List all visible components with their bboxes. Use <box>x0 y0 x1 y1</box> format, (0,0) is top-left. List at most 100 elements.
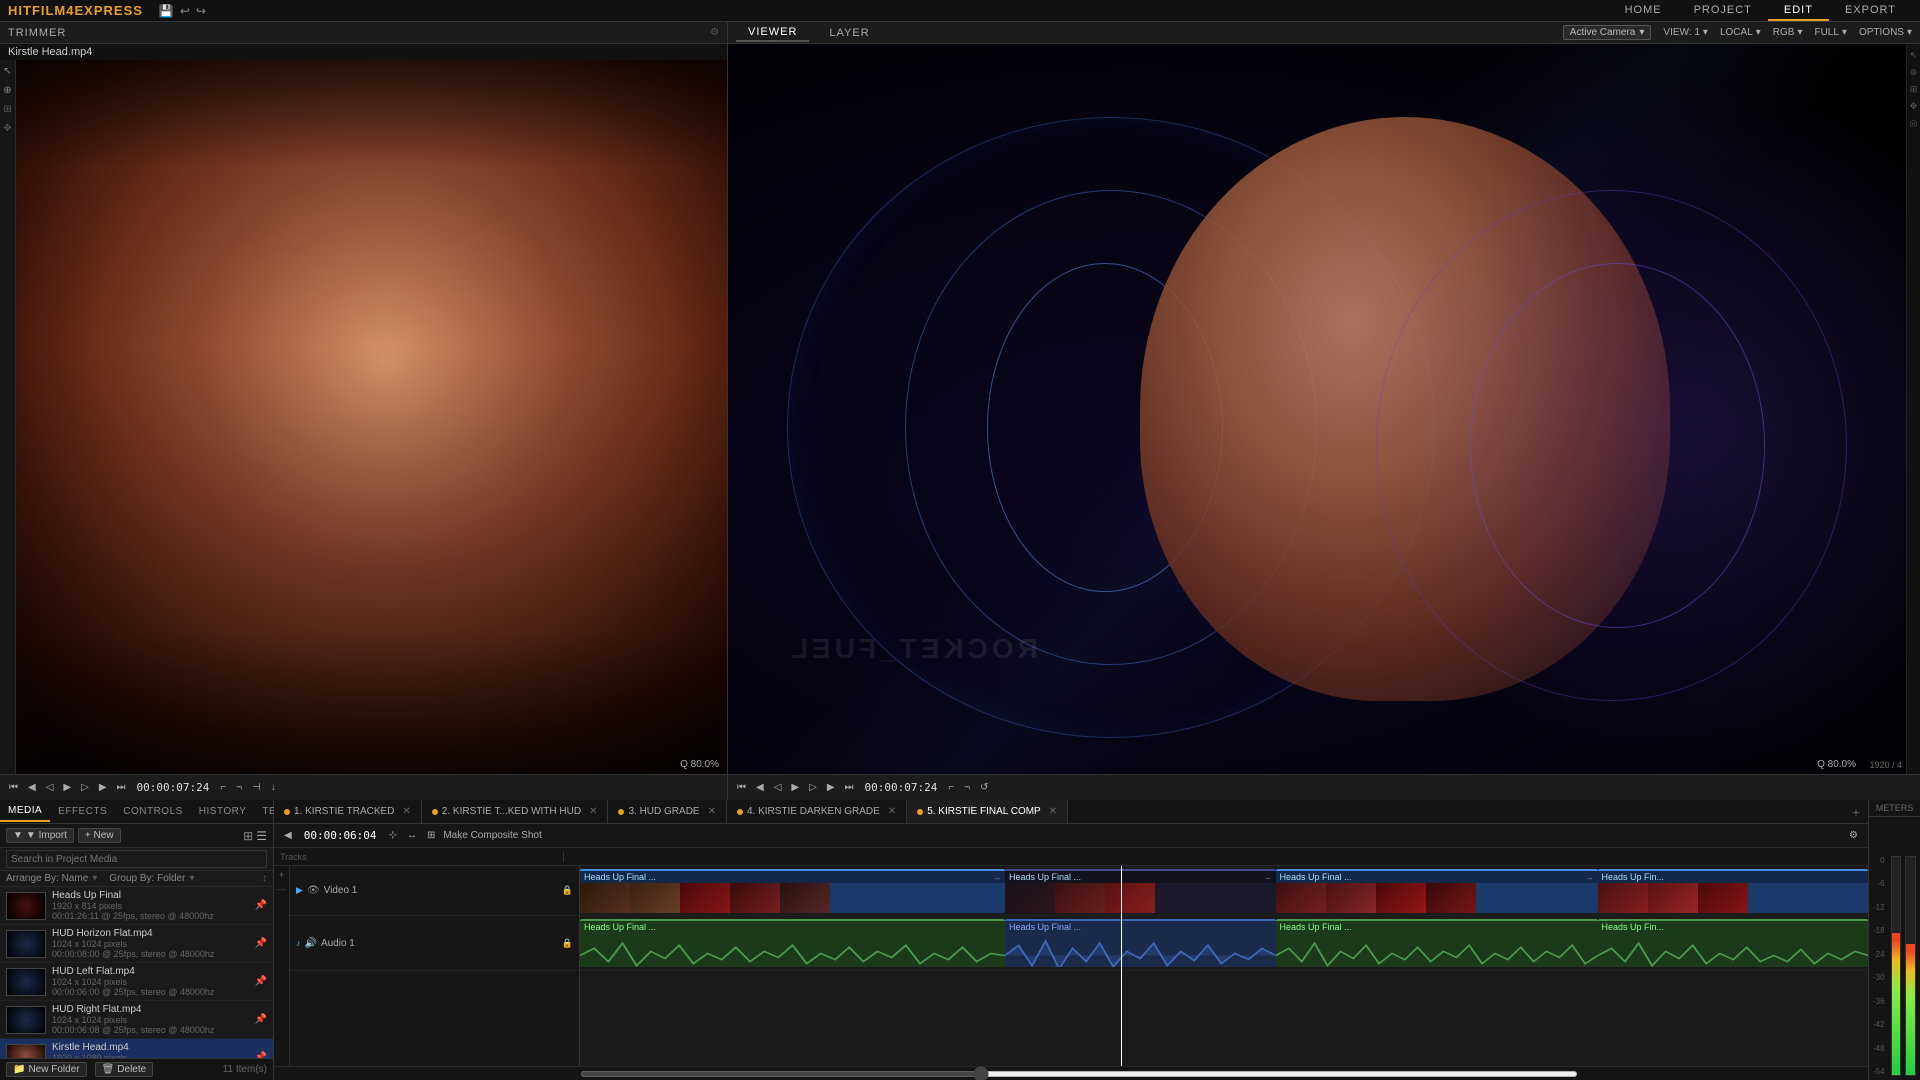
trim-go-end-btn[interactable]: ⏭ <box>114 782 129 793</box>
media-tab-history[interactable]: HISTORY <box>191 802 255 821</box>
active-camera-btn[interactable]: Active Camera ▾ <box>1563 25 1652 40</box>
viewer-prev-frame-btn[interactable]: ◀ <box>753 782 767 793</box>
redo-icon[interactable]: ↪ <box>196 4 206 18</box>
media-item[interactable]: HUD Right Flat.mp4 1024 x 1024 pixels 00… <box>0 1001 273 1039</box>
view-select[interactable]: VIEW: 1▾ <box>1663 27 1708 38</box>
viewer-out-btn[interactable]: ¬ <box>961 782 973 793</box>
viewer-loop-btn[interactable]: ↺ <box>977 782 991 793</box>
grid-view-btn[interactable]: ⊞ <box>243 829 253 843</box>
timeline-tab-4[interactable]: 5. KIRSTIE FINAL COMP ✕ <box>907 800 1068 824</box>
trim-prev-btn[interactable]: ◁ <box>43 782 57 793</box>
viewer-tool-3[interactable]: ⊞ <box>1910 84 1918 95</box>
sort-toggle-icon[interactable]: ↕ <box>262 873 267 884</box>
media-tab-media[interactable]: MEDIA <box>0 801 50 822</box>
viewer-tool-2[interactable]: ⊕ <box>1910 67 1918 78</box>
transform-tool-icon[interactable]: ✥ <box>3 123 11 134</box>
timeline-tab-3[interactable]: 4. KIRSTIE DARKEN GRADE ✕ <box>727 800 907 824</box>
new-btn[interactable]: + New <box>78 828 121 843</box>
options-btn[interactable]: OPTIONS▾ <box>1859 27 1912 38</box>
video-clip-0[interactable]: Heads Up Final ... → <box>580 869 1005 913</box>
nav-project[interactable]: PROJECT <box>1678 1 1768 21</box>
media-search-input[interactable] <box>6 850 267 868</box>
timeline-tab-2[interactable]: 3. HUD GRADE ✕ <box>608 800 727 824</box>
audio-clip-2[interactable]: Heads Up Final ... <box>1276 919 1598 967</box>
timeline-add-icon[interactable]: + <box>1852 804 1860 820</box>
video-clip-3[interactable]: Heads Up Fin... <box>1598 869 1868 913</box>
video-track-lock[interactable]: 🔒 <box>562 885 573 896</box>
viewer-go-start-btn[interactable]: ⏮ <box>734 782 749 793</box>
save-icon[interactable]: 💾 <box>159 4 174 18</box>
media-item[interactable]: Heads Up Final 1920 x 814 pixels 00:01:2… <box>0 887 273 925</box>
video-clip-2[interactable]: Heads Up Final ... → <box>1276 869 1598 913</box>
audio-clip-1[interactable]: Heads Up Final ... <box>1005 919 1275 967</box>
trim-go-start-btn[interactable]: ⏮ <box>6 782 21 793</box>
audio-clip-3[interactable]: Heads Up Fin... <box>1598 919 1868 967</box>
trim-overwrite-btn[interactable]: ↓ <box>268 782 279 793</box>
tl-add-track-icon[interactable]: + <box>279 870 284 880</box>
trim-play-btn[interactable]: ▶ <box>60 782 74 793</box>
media-item[interactable]: Kirstle Head.mp4 1920 x 1080 pixels 00:0… <box>0 1039 273 1058</box>
crop-tool-icon[interactable]: ⊞ <box>3 104 11 115</box>
list-view-btn[interactable]: ☰ <box>256 829 267 843</box>
playhead[interactable] <box>1121 866 1122 1066</box>
media-item[interactable]: HUD Left Flat.mp4 1024 x 1024 pixels 00:… <box>0 963 273 1001</box>
new-folder-btn[interactable]: 📁 New Folder <box>6 1062 87 1077</box>
media-item[interactable]: HUD Horizon Flat.mp4 1024 x 1024 pixels … <box>0 925 273 963</box>
sort-chevron[interactable]: ▾ <box>92 873 97 884</box>
viewer-tab-layer[interactable]: LAYER <box>817 25 881 41</box>
tl-snap-btn[interactable]: ⊹ <box>387 830 399 841</box>
undo-icon[interactable]: ↩ <box>180 4 190 18</box>
nav-export[interactable]: EXPORT <box>1829 1 1912 21</box>
media-pin-3[interactable]: 📌 <box>255 1014 267 1025</box>
viewer-play-btn[interactable]: ▶ <box>788 782 802 793</box>
local-select[interactable]: LOCAL▾ <box>1720 27 1761 38</box>
tl-ripple-btn[interactable]: ↔ <box>405 830 419 841</box>
delete-btn[interactable]: 🗑 Delete <box>95 1062 154 1077</box>
full-select[interactable]: FULL▾ <box>1814 27 1846 38</box>
timeline-scrollbar[interactable] <box>580 1071 1578 1077</box>
viewer-prev-btn[interactable]: ◁ <box>771 782 785 793</box>
viewer-in-btn[interactable]: ⌐ <box>945 782 957 793</box>
timeline-extra-btn[interactable]: + <box>1844 804 1868 820</box>
viewer-tool-4[interactable]: ✥ <box>1910 101 1918 112</box>
trim-prev-frame-btn[interactable]: ◀ <box>25 782 39 793</box>
audio-clip-0[interactable]: Heads Up Final ... <box>580 919 1005 967</box>
pointer-tool-icon[interactable]: ↖ <box>3 66 11 77</box>
tl-settings-btn[interactable]: ⚙ <box>1847 830 1860 841</box>
tab-close-4[interactable]: ✕ <box>1049 806 1057 817</box>
import-btn[interactable]: ▼ ▼ Import <box>6 828 74 843</box>
viewer-go-end-btn[interactable]: ⏭ <box>842 782 857 793</box>
tab-close-1[interactable]: ✕ <box>589 806 597 817</box>
nav-edit[interactable]: EDIT <box>1768 1 1829 21</box>
trim-next-btn[interactable]: ▷ <box>78 782 92 793</box>
viewer-tool-1[interactable]: ↖ <box>1910 50 1918 61</box>
tl-back-btn[interactable]: ◀ <box>282 830 294 841</box>
audio-track-lock[interactable]: 🔒 <box>562 938 573 949</box>
media-tab-effects[interactable]: EFFECTS <box>50 802 115 821</box>
viewer-tab-viewer[interactable]: VIEWER <box>736 24 809 42</box>
timeline-tab-0[interactable]: 1. KIRSTIE TRACKED ✕ <box>274 800 422 824</box>
media-pin-2[interactable]: 📌 <box>255 976 267 987</box>
video-clip-1[interactable]: Heads Up Final ... → <box>1005 869 1275 913</box>
media-tab-controls[interactable]: CONTROLS <box>115 802 191 821</box>
media-pin-1[interactable]: 📌 <box>255 938 267 949</box>
rgb-select[interactable]: RGB▾ <box>1773 27 1803 38</box>
trim-next-frame-btn[interactable]: ▶ <box>96 782 110 793</box>
group-chevron[interactable]: ▾ <box>189 873 194 884</box>
tab-close-3[interactable]: ✕ <box>888 806 896 817</box>
trim-insert-btn[interactable]: ⊣ <box>249 782 264 793</box>
trimmer-settings-icon[interactable]: ⚙ <box>710 27 719 38</box>
tab-close-2[interactable]: ✕ <box>708 806 716 817</box>
video-track-mute[interactable]: 👁 <box>307 885 320 896</box>
audio-track-mute[interactable]: 🔊 <box>305 938 317 949</box>
trim-in-btn[interactable]: ⌐ <box>217 782 229 793</box>
tl-composite-btn[interactable]: ⊞ <box>425 830 437 841</box>
viewer-next-frame-btn[interactable]: ▶ <box>824 782 838 793</box>
viewer-tool-5[interactable]: ◎ <box>1910 118 1918 129</box>
zoom-tool-icon[interactable]: ⊕ <box>3 85 11 96</box>
tab-close-0[interactable]: ✕ <box>402 806 410 817</box>
trim-out-btn[interactable]: ¬ <box>233 782 245 793</box>
viewer-next-btn[interactable]: ▷ <box>806 782 820 793</box>
nav-home[interactable]: HOME <box>1609 1 1678 21</box>
timeline-tab-1[interactable]: 2. KIRSTIE T...KED WITH HUD ✕ <box>422 800 609 824</box>
